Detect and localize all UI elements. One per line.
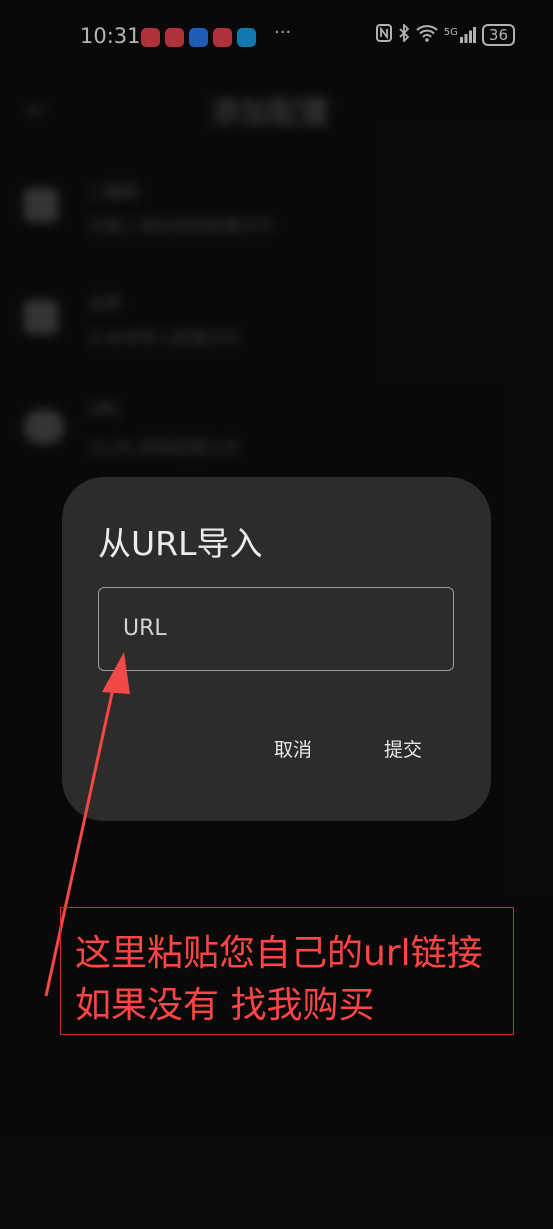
annotation-arrow-icon	[44, 652, 130, 997]
annotation-box: 这里粘贴您自己的url链接 如果没有 找我购买	[60, 907, 514, 1035]
annotation-line-1: 这里粘贴您自己的url链接	[75, 933, 483, 974]
annotation-line-2: 如果没有 找我购买	[75, 985, 375, 1026]
